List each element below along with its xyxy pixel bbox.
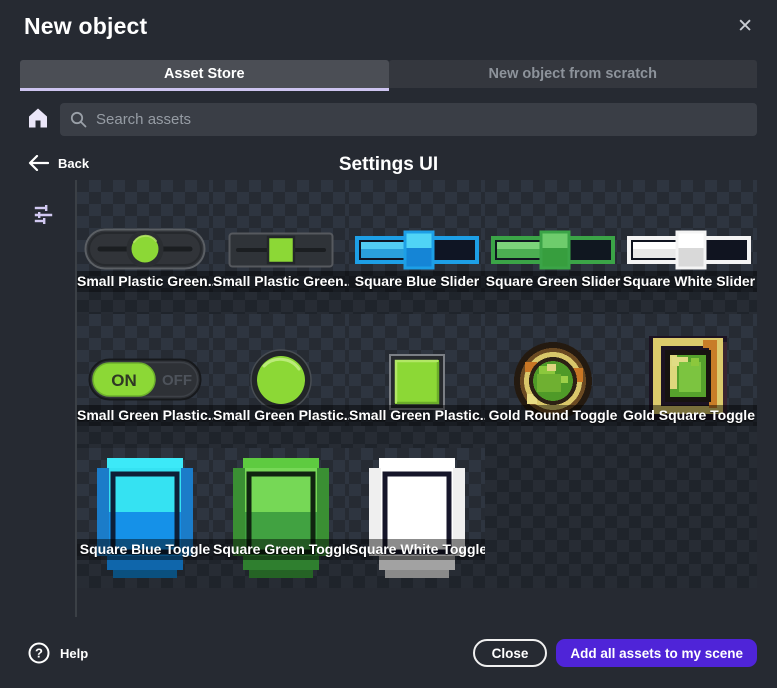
back-label: Back xyxy=(58,156,89,171)
search-icon xyxy=(70,111,87,128)
asset-name: Square White Slider xyxy=(621,271,757,292)
asset-tile-square-blue-toggle[interactable]: Square Blue Toggle xyxy=(77,448,213,560)
filter-button[interactable] xyxy=(32,202,56,226)
asset-name: Small Green Plastic... xyxy=(349,405,485,426)
search-bar[interactable] xyxy=(60,103,757,136)
active-tab-underline xyxy=(20,88,389,91)
asset-tile-small-plastic-green-slider[interactable]: Small Plastic Green... xyxy=(77,180,213,292)
help-circle-icon: ? xyxy=(28,642,50,664)
asset-tile-gold-round-toggle[interactable]: Gold Round Toggle xyxy=(485,314,621,426)
asset-name: Small Green Plastic... xyxy=(77,405,213,426)
asset-row: Square Blue Toggle Square Green Toggle xyxy=(77,448,485,560)
asset-tile-square-white-toggle[interactable]: Square White Toggle xyxy=(349,448,485,560)
close-button[interactable]: Close xyxy=(473,639,548,667)
asset-name: Square Blue Toggle xyxy=(77,539,213,560)
tab-from-scratch-label: New object from scratch xyxy=(489,66,657,82)
asset-tile-small-green-plastic-square[interactable]: Small Green Plastic... xyxy=(349,314,485,426)
add-all-assets-button[interactable]: Add all assets to my scene xyxy=(556,639,757,667)
pixel-slider-blue-art xyxy=(353,230,481,270)
svg-text:OFF: OFF xyxy=(162,372,192,389)
back-button[interactable]: Back xyxy=(28,155,89,171)
asset-name: Square Green Slider xyxy=(485,271,621,292)
asset-name: Square Blue Slider xyxy=(349,271,485,292)
footer-actions: Close Add all assets to my scene xyxy=(473,639,757,667)
search-input[interactable] xyxy=(96,111,747,128)
svg-text:ON: ON xyxy=(111,371,137,390)
round-button-art xyxy=(249,348,313,412)
tune-filter-icon xyxy=(32,202,56,226)
asset-tile-gold-square-toggle[interactable]: Gold Square Toggle xyxy=(621,314,757,426)
pixel-toggle-blue-art xyxy=(97,458,193,580)
tab-new-object-from-scratch[interactable]: New object from scratch xyxy=(389,60,758,88)
tab-bar: Asset Store New object from scratch xyxy=(20,60,757,88)
asset-tile-small-green-plastic-on-off[interactable]: ON OFF Small Green Plastic... xyxy=(77,314,213,426)
square-button-art xyxy=(389,354,445,410)
help-label: Help xyxy=(60,646,88,661)
section-title: Settings UI xyxy=(0,154,777,176)
home-icon xyxy=(26,106,50,130)
help-button[interactable]: ? Help xyxy=(28,642,88,664)
home-button[interactable] xyxy=(26,106,50,130)
asset-grid: Small Plastic Green... Small Plastic Gre… xyxy=(77,180,757,588)
asset-name: Gold Round Toggle xyxy=(485,405,621,426)
asset-tile-small-green-plastic-round[interactable]: Small Green Plastic... xyxy=(213,314,349,426)
asset-row: ON OFF Small Green Plastic... Small Gree… xyxy=(77,314,757,426)
svg-text:?: ? xyxy=(35,646,43,661)
dialog-title: New object xyxy=(24,13,147,40)
asset-name: Square White Toggle xyxy=(349,539,485,560)
tab-asset-store[interactable]: Asset Store xyxy=(20,60,389,88)
tab-asset-store-label: Asset Store xyxy=(164,66,245,82)
asset-name: Small Plastic Green... xyxy=(213,271,349,292)
pixel-toggle-white-art xyxy=(369,458,465,580)
back-arrow-icon xyxy=(28,155,49,171)
square-knob-slider-art xyxy=(228,232,334,268)
asset-name: Gold Square Toggle xyxy=(621,405,757,426)
asset-name: Square Green Toggle xyxy=(213,539,349,560)
pixel-toggle-green-art xyxy=(233,458,329,580)
asset-tile-square-white-slider[interactable]: Square White Slider xyxy=(621,180,757,292)
pixel-slider-white-art xyxy=(625,230,753,270)
asset-row: Small Plastic Green... Small Plastic Gre… xyxy=(77,180,757,292)
asset-tile-square-green-slider[interactable]: Square Green Slider xyxy=(485,180,621,292)
pixel-slider-green-art xyxy=(489,230,617,270)
close-icon[interactable]: ✕ xyxy=(737,17,753,36)
asset-name: Small Plastic Green... xyxy=(77,271,213,292)
asset-tile-square-blue-slider[interactable]: Square Blue Slider xyxy=(349,180,485,292)
asset-tile-small-plastic-green-square-slider[interactable]: Small Plastic Green... xyxy=(213,180,349,292)
pill-slider-art xyxy=(84,228,206,270)
asset-tile-square-green-toggle[interactable]: Square Green Toggle xyxy=(213,448,349,560)
asset-name: Small Green Plastic... xyxy=(213,405,349,426)
on-off-toggle-art: ON OFF xyxy=(88,356,202,402)
